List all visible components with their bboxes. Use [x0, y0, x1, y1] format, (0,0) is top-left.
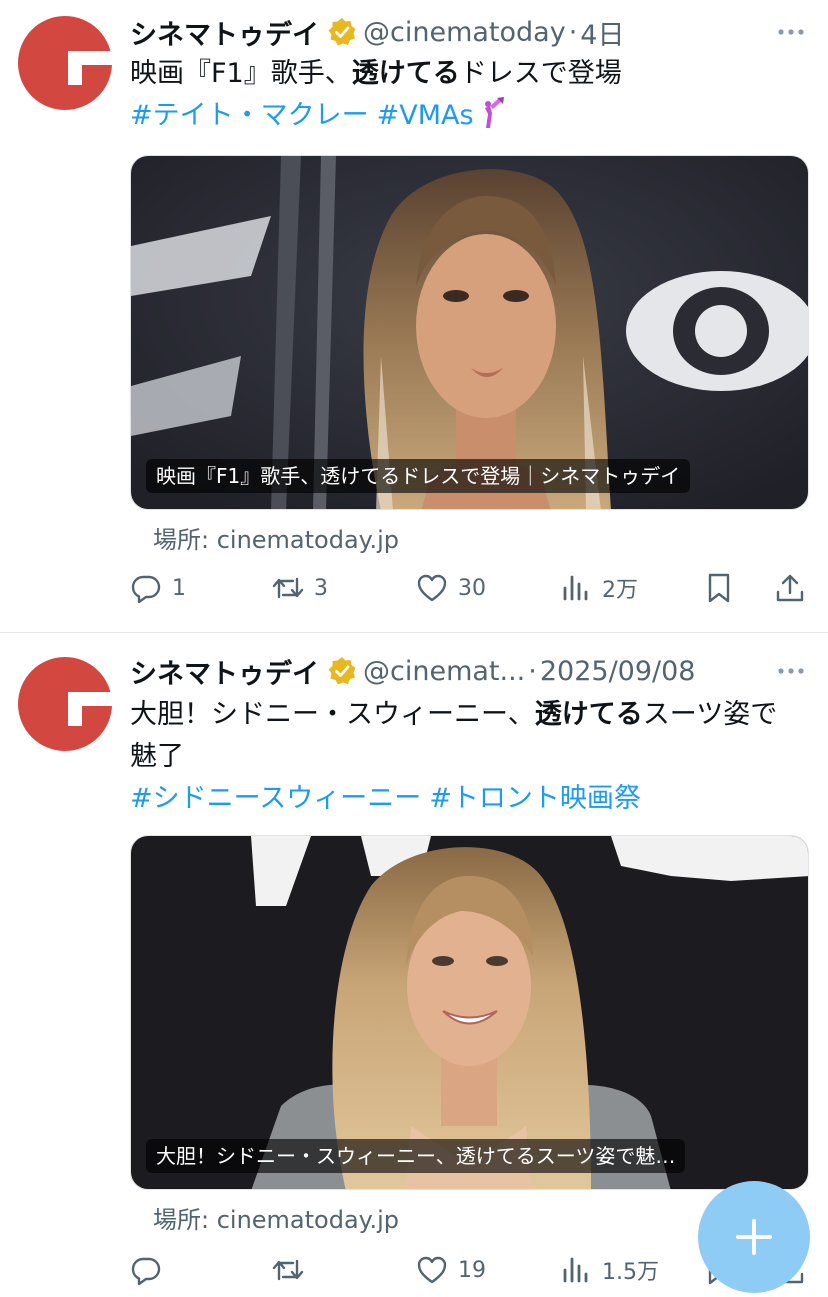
card-source[interactable]: 場所: cinematoday.jp: [153, 1200, 399, 1235]
text-segment: ドレスで登場: [459, 58, 622, 89]
views-icon: [563, 575, 588, 601]
like-button[interactable]: 19: [416, 1250, 486, 1290]
card-source[interactable]: 場所: cinematoday.jp: [153, 520, 399, 555]
hashtag-link[interactable]: #シドニースウィーニー: [130, 783, 421, 814]
link-card[interactable]: 映画『F1』歌手、透けてるドレスで登場｜シネマトゥデイ: [130, 155, 809, 510]
tweet-text: 映画『F1』歌手、透けてるドレスで登場: [130, 53, 800, 95]
tweet-text: 大胆！シドニー・スウィーニー、透けてるスーツ姿で魅了: [130, 694, 800, 778]
separator: ·: [528, 655, 537, 687]
card-caption: 映画『F1』歌手、透けてるドレスで登場｜シネマトゥデイ: [146, 459, 691, 493]
display-name[interactable]: シネマトゥデイ: [130, 652, 319, 691]
verified-badge-icon: [328, 657, 356, 685]
retweet-icon: [272, 1259, 304, 1281]
text-segment: 大胆！シドニー・スウィーニー、: [130, 699, 535, 730]
views-count: 1.5万: [602, 1260, 659, 1285]
views-button[interactable]: 2万: [560, 568, 638, 608]
article-photo: [131, 836, 808, 1189]
card-caption: 大胆！シドニー・スウィーニー、透けてるスーツ姿で魅…: [146, 1139, 686, 1173]
avatar[interactable]: [18, 657, 112, 751]
tweet[interactable]: シネマトゥデイ @cinematoday · 4日 映画『F1』歌手、透けてるド…: [0, 0, 828, 632]
tweet[interactable]: シネマトゥデイ @cinemat... · 2025/09/08 大胆！シドニー…: [0, 633, 828, 1297]
action-bar: 1 3 30 2万: [130, 568, 810, 608]
timestamp[interactable]: 2025/09/08: [540, 656, 696, 687]
more-icon[interactable]: [776, 22, 806, 42]
text-bold-segment: 透けてる: [534, 699, 643, 730]
display-name[interactable]: シネマトゥデイ: [130, 13, 319, 52]
timestamp[interactable]: 4日: [580, 13, 624, 52]
like-icon: [417, 1256, 447, 1284]
avatar[interactable]: [18, 16, 112, 110]
hashtag-link[interactable]: #テイト・マクレー: [130, 100, 369, 131]
handle[interactable]: @cinematoday: [363, 17, 566, 48]
hashtag-link[interactable]: #VMAs: [377, 100, 474, 131]
reply-button[interactable]: 1: [130, 568, 186, 608]
vma-moonman-emoji: [484, 97, 504, 128]
text-segment: 映画『F1』歌手、: [130, 58, 352, 89]
retweet-button[interactable]: 3: [272, 568, 328, 608]
retweet-button[interactable]: [272, 1250, 304, 1290]
bookmark-button[interactable]: [703, 568, 735, 608]
verified-badge-icon: [328, 18, 356, 46]
retweet-count: 3: [314, 575, 328, 601]
reply-button[interactable]: [130, 1250, 162, 1290]
separator: ·: [568, 16, 578, 48]
like-button[interactable]: 30: [416, 568, 486, 608]
bookmark-icon: [708, 573, 730, 603]
reply-icon: [131, 575, 161, 604]
reply-count: 1: [172, 575, 186, 601]
text-bold-segment: 透けてる: [351, 58, 460, 89]
tweet-header: シネマトゥデイ @cinematoday · 4日: [130, 12, 624, 52]
like-count: 30: [458, 575, 486, 601]
share-button[interactable]: [774, 568, 806, 608]
reply-icon: [131, 1257, 161, 1286]
retweet-icon: [272, 577, 304, 599]
hashtags: #シドニースウィーニー #トロント映画祭: [130, 778, 649, 820]
article-photo: [131, 156, 808, 509]
more-icon[interactable]: [776, 661, 806, 681]
views-button[interactable]: 1.5万: [560, 1250, 659, 1290]
hashtag-link[interactable]: #トロント映画祭: [429, 783, 641, 814]
views-icon: [563, 1257, 588, 1283]
compose-icon: [736, 1219, 772, 1255]
share-icon: [776, 574, 804, 602]
handle[interactable]: @cinemat...: [363, 656, 525, 687]
tweet-header: シネマトゥデイ @cinemat... · 2025/09/08: [130, 651, 695, 691]
compose-button[interactable]: [698, 1181, 810, 1293]
link-card[interactable]: 大胆！シドニー・スウィーニー、透けてるスーツ姿で魅…: [130, 835, 809, 1190]
like-count: 19: [458, 1257, 486, 1283]
views-count: 2万: [602, 578, 638, 603]
like-icon: [417, 574, 447, 602]
hashtags: #テイト・マクレー #VMAs: [130, 95, 506, 137]
